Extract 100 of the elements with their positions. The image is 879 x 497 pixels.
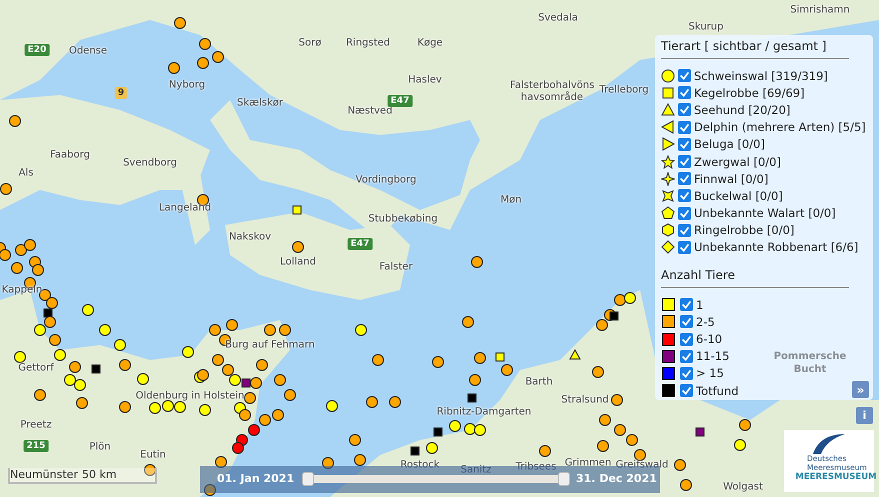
sighting-marker[interactable] — [168, 62, 180, 74]
sighting-marker[interactable] — [624, 292, 636, 304]
sighting-marker[interactable] — [464, 423, 476, 435]
checkbox[interactable] — [680, 315, 693, 328]
sighting-marker[interactable] — [99, 324, 111, 336]
sighting-marker[interactable] — [292, 206, 302, 214]
place-label: Als — [18, 168, 34, 178]
sighting-marker[interactable] — [49, 334, 61, 346]
place-label: Odense — [68, 46, 108, 56]
checkbox[interactable] — [680, 366, 693, 380]
sighting-marker[interactable] — [182, 346, 194, 358]
sighting-marker[interactable] — [212, 51, 224, 63]
checkbox[interactable] — [678, 206, 691, 220]
sighting-marker[interactable] — [209, 324, 221, 336]
place-label: Falster — [379, 262, 413, 272]
checkbox[interactable] — [680, 298, 693, 312]
legend-title: Tierart [ sichtbar / gesamt ] — [661, 39, 849, 59]
sighting-marker[interactable] — [197, 57, 209, 69]
sighting-marker[interactable] — [274, 374, 286, 386]
sighting-marker[interactable] — [432, 356, 444, 368]
collapse-button[interactable]: » — [852, 381, 869, 398]
sighting-marker[interactable] — [469, 374, 481, 386]
place-label: Næstved — [348, 106, 392, 116]
sighting-marker[interactable] — [569, 348, 581, 360]
sighting-marker[interactable] — [410, 446, 420, 456]
sighting-marker[interactable] — [355, 324, 367, 336]
place-label: Skurup — [688, 22, 724, 32]
start-date: 01. Jan 2021 — [217, 472, 294, 485]
checkbox[interactable] — [680, 350, 693, 363]
sighting-marker[interactable] — [44, 316, 56, 328]
sighting-marker[interactable] — [204, 484, 216, 496]
sighting-marker[interactable] — [174, 401, 186, 413]
sighting-marker[interactable] — [92, 364, 100, 374]
sighting-marker[interactable] — [326, 400, 338, 412]
sighting-marker[interactable] — [389, 396, 401, 408]
place-label: Neumünster — [10, 468, 78, 482]
sighting-marker[interactable] — [250, 377, 262, 389]
sighting-marker[interactable] — [199, 38, 211, 50]
sighting-marker[interactable] — [46, 297, 58, 309]
legend-label: 11-15 — [696, 349, 730, 364]
checkbox[interactable] — [678, 240, 691, 254]
sighting-marker[interactable] — [34, 324, 46, 336]
sighting-marker[interactable] — [0, 249, 11, 261]
sighting-marker[interactable] — [44, 308, 52, 318]
place-label: Gettorf — [18, 362, 54, 374]
sighting-marker[interactable] — [279, 324, 291, 336]
sighting-marker[interactable] — [614, 294, 626, 306]
sighting-marker[interactable] — [242, 378, 250, 388]
place-label: Sanitz — [460, 464, 492, 476]
sighting-marker[interactable] — [596, 319, 608, 331]
date-range-slider[interactable] — [302, 471, 570, 487]
checkbox[interactable] — [678, 138, 691, 151]
sighting-marker[interactable] — [496, 352, 504, 362]
sighting-marker[interactable] — [272, 409, 284, 421]
place-label: Langeland — [158, 202, 212, 214]
slider-handle[interactable] — [558, 472, 570, 486]
sighting-marker[interactable] — [366, 396, 378, 408]
sighting-marker[interactable] — [372, 354, 384, 366]
slider-handle[interactable] — [302, 472, 314, 486]
sighting-marker[interactable] — [284, 389, 296, 401]
place-label: Nyborg — [168, 80, 206, 90]
info-button[interactable]: i — [856, 407, 873, 424]
sighting-marker[interactable] — [226, 319, 238, 331]
sighting-marker[interactable] — [462, 316, 474, 328]
sighting-marker[interactable] — [354, 454, 366, 466]
checkbox[interactable] — [678, 189, 691, 202]
sighting-marker[interactable] — [24, 239, 36, 251]
place-label: Svendborg — [123, 158, 177, 168]
checkbox[interactable] — [678, 172, 691, 186]
checkbox[interactable] — [678, 120, 691, 134]
sighting-marker[interactable] — [434, 428, 442, 436]
sighting-marker[interactable] — [15, 244, 27, 256]
sighting-marker[interactable] — [11, 262, 23, 274]
sighting-marker[interactable] — [474, 352, 486, 364]
checkbox[interactable] — [680, 384, 693, 398]
sighting-marker[interactable] — [634, 449, 646, 461]
sighting-marker[interactable] — [468, 394, 476, 402]
sighting-marker[interactable] — [610, 312, 618, 320]
sighting-marker[interactable] — [449, 420, 461, 432]
sighting-marker[interactable] — [696, 428, 704, 436]
checkbox[interactable] — [678, 69, 691, 82]
sighting-marker[interactable] — [259, 414, 271, 426]
sighting-marker[interactable] — [32, 264, 44, 276]
checkbox[interactable] — [680, 332, 693, 346]
sighting-marker[interactable] — [82, 304, 94, 316]
sighting-marker[interactable] — [232, 442, 244, 454]
checkbox[interactable] — [678, 224, 691, 237]
road-sign: E20 — [24, 44, 50, 56]
sighting-marker[interactable] — [471, 256, 483, 268]
checkbox[interactable] — [678, 86, 691, 100]
place-label: Køge — [417, 38, 443, 48]
sighting-marker[interactable] — [244, 392, 256, 404]
checkbox[interactable] — [678, 155, 691, 168]
sighting-marker[interactable] — [349, 434, 361, 446]
sighting-marker[interactable] — [322, 457, 334, 469]
sighting-marker[interactable] — [501, 364, 513, 376]
checkbox[interactable] — [678, 103, 691, 116]
sighting-marker[interactable] — [248, 424, 260, 436]
legend-label: 2-5 — [696, 314, 715, 329]
sighting-marker[interactable] — [114, 339, 126, 351]
